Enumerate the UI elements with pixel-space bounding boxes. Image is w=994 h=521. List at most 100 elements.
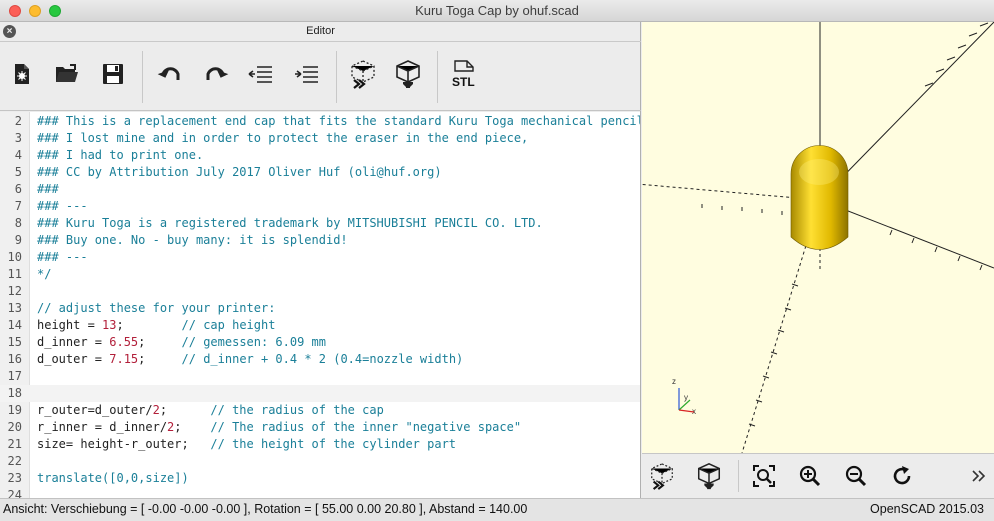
code-text: d_outer = 7.15; // d_inner + 0.4 * 2 (0.… — [37, 351, 463, 368]
code-line[interactable]: 14 height = 13; // cap height — [0, 317, 640, 334]
code-text: ### I had to print one. — [37, 147, 203, 164]
open-file-icon[interactable] — [50, 57, 84, 91]
code-token: ; — [116, 318, 182, 332]
code-line[interactable]: 3 ### I lost mine and in order to protect… — [0, 130, 640, 147]
code-text: ### --- — [37, 198, 88, 215]
code-line[interactable]: 6 ### — [0, 181, 640, 198]
more-chevron-icon[interactable] — [967, 461, 991, 491]
axis-label-y: y — [684, 393, 688, 402]
code-line[interactable]: 22 — [0, 453, 640, 470]
line-number: 18 — [7, 386, 22, 400]
save-icon[interactable] — [96, 57, 130, 91]
code-token: 6.55 — [109, 335, 139, 349]
code-line[interactable]: 10 ### --- — [0, 249, 640, 266]
code-token: r_inner = d_inner/ — [37, 420, 168, 434]
code-token: // gemessen: 6.09 mm — [181, 335, 327, 349]
code-text: ### I lost mine and in order to protect … — [37, 130, 528, 147]
line-number: 2 — [14, 114, 22, 128]
code-line[interactable]: 11 */ — [0, 266, 640, 283]
render-icon[interactable] — [391, 57, 425, 91]
code-token: // cap height — [181, 318, 276, 332]
line-number: 11 — [7, 267, 22, 281]
line-number: 5 — [14, 165, 22, 179]
line-number: 7 — [14, 199, 22, 213]
code-line[interactable]: 15 d_inner = 6.55; // gemessen: 6.09 mm — [0, 334, 640, 351]
editor-panel: × Editor STL 2 ### This is a replacement… — [0, 22, 641, 498]
code-token: 7.15 — [109, 352, 139, 366]
line-number: 21 — [7, 437, 22, 451]
reset-view-icon[interactable] — [887, 461, 917, 491]
editor-toolbar: STL — [0, 43, 641, 111]
preview-icon[interactable] — [346, 57, 380, 91]
zoom-in-icon[interactable] — [795, 461, 825, 491]
code-line[interactable]: 24 — [0, 487, 640, 498]
zoom-all-icon[interactable] — [749, 461, 779, 491]
code-text: d_inner = 6.55; // gemessen: 6.09 mm — [37, 334, 326, 351]
code-editor[interactable]: 2 ### This is a replacement end cap that … — [0, 112, 640, 498]
viewport-toolbar — [642, 453, 994, 498]
code-token: // adjust these for your printer: — [37, 301, 276, 315]
3d-viewport[interactable]: z y x — [642, 22, 994, 453]
new-file-icon[interactable] — [5, 57, 39, 91]
code-line[interactable]: 2 ### This is a replacement end cap that … — [0, 113, 640, 130]
code-token: // the height of the cylinder part — [210, 437, 457, 451]
code-token: ### --- — [37, 250, 88, 264]
code-line[interactable]: 4 ### I had to print one. — [0, 147, 640, 164]
line-number: 6 — [14, 182, 22, 196]
status-bar: Ansicht: Verschiebung = [ -0.00 -0.00 -0… — [0, 498, 994, 521]
code-line[interactable]: 20 r_inner = d_inner/2; // The radius of … — [0, 419, 640, 436]
title-bar: Kuru Toga Cap by ohuf.scad — [0, 0, 994, 22]
code-token: // the radius of the cap — [210, 403, 384, 417]
line-number: 12 — [7, 284, 22, 298]
code-line[interactable]: 21 size= height-r_outer; // the height of… — [0, 436, 640, 453]
line-number: 4 — [14, 148, 22, 162]
code-text: r_inner = d_inner/2; // The radius of th… — [37, 419, 521, 436]
code-token: 13 — [102, 318, 117, 332]
code-token: ### I lost mine and in order to protect … — [37, 131, 529, 145]
code-token: ### This is a replacement end cap that f… — [37, 114, 640, 128]
line-number: 8 — [14, 216, 22, 230]
code-token: // The radius of the inner "negative spa… — [210, 420, 522, 434]
redo-icon[interactable] — [199, 57, 233, 91]
code-token: d_outer = — [37, 352, 110, 366]
line-number: 16 — [7, 352, 22, 366]
line-number: 24 — [7, 488, 22, 498]
code-text: translate([0,0,size]) — [37, 470, 189, 487]
code-line[interactable]: 12 — [0, 283, 640, 300]
code-token: ; — [174, 420, 211, 434]
code-token: r_outer=d_outer/ — [37, 403, 153, 417]
code-token: size= height-r_outer; — [37, 437, 211, 451]
code-token: ### --- — [37, 199, 88, 213]
code-token: 2 — [152, 403, 160, 417]
zoom-out-icon[interactable] — [841, 461, 871, 491]
code-token: ### Buy one. No - buy many: it is splend… — [37, 233, 348, 247]
unindent-icon[interactable] — [244, 57, 278, 91]
code-line[interactable]: 8 ### Kuru Toga is a registered trademark… — [0, 215, 640, 232]
viewport-render-icon[interactable] — [694, 461, 724, 491]
export-stl-icon[interactable]: STL — [448, 57, 482, 91]
line-number: 23 — [7, 471, 22, 485]
undo-icon[interactable] — [153, 57, 187, 91]
line-number: 9 — [14, 233, 22, 247]
code-token: ### — [37, 182, 59, 196]
code-line[interactable]: 5 ### CC by Attribution July 2017 Oliver … — [0, 164, 640, 181]
code-line[interactable]: 17 — [0, 368, 640, 385]
axis-label-z: z — [672, 377, 676, 386]
code-line[interactable]: 19 r_outer=d_outer/2; // the radius of th… — [0, 402, 640, 419]
line-number: 13 — [7, 301, 22, 315]
code-line[interactable]: 23 translate([0,0,size]) — [0, 470, 640, 487]
indent-icon[interactable] — [290, 57, 324, 91]
code-line[interactable]: 16 d_outer = 7.15; // d_inner + 0.4 * 2 (… — [0, 351, 640, 368]
svg-text:STL: STL — [452, 75, 475, 89]
code-text: ### --- — [37, 249, 88, 266]
code-line[interactable]: 13 // adjust these for your printer: — [0, 300, 640, 317]
code-token: ### Kuru Toga is a registered trademark … — [37, 216, 543, 230]
viewport-preview-icon[interactable] — [647, 461, 677, 491]
line-number: 3 — [14, 131, 22, 145]
code-line[interactable]: 18 — [0, 385, 640, 402]
code-line[interactable]: 9 ### Buy one. No - buy many: it is splen… — [0, 232, 640, 249]
code-token: ; — [138, 352, 182, 366]
view-status-text: Ansicht: Verschiebung = [ -0.00 -0.00 -0… — [3, 502, 528, 516]
code-token: ; — [138, 335, 182, 349]
code-line[interactable]: 7 ### --- — [0, 198, 640, 215]
